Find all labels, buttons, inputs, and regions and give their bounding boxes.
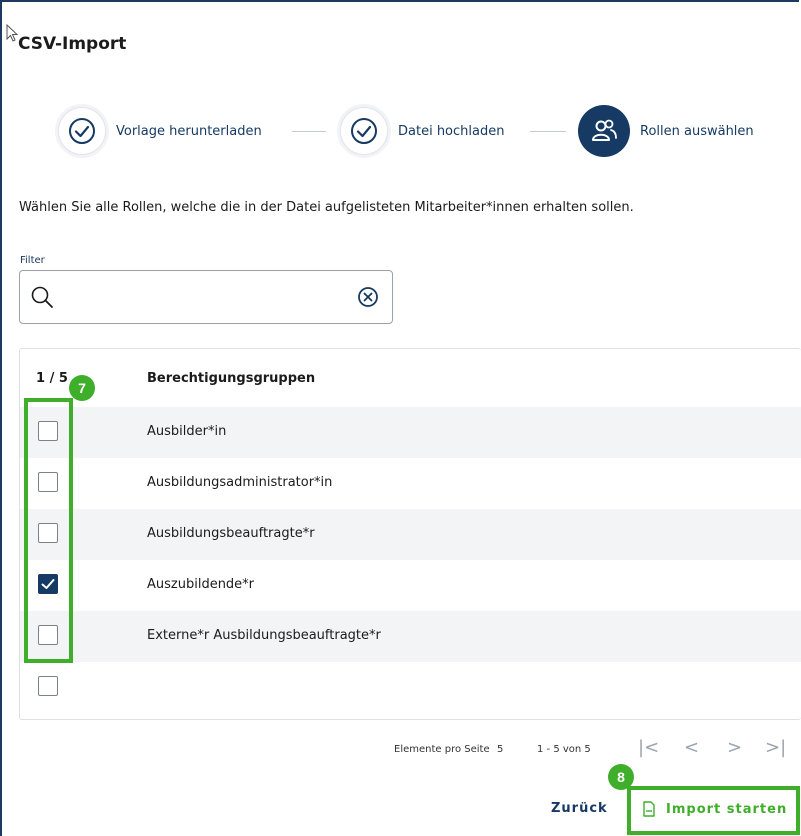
- table-row[interactable]: [20, 662, 801, 713]
- step-1-label: Vorlage herunterladen: [116, 123, 262, 139]
- annotation-highlight-checkboxes: [24, 398, 73, 663]
- check-circle-icon: [69, 118, 95, 144]
- row-label: Ausbilder*in: [147, 424, 227, 439]
- page-range: 1 - 5 von 5: [537, 744, 591, 755]
- step-download-template: Vorlage herunterladen: [58, 107, 262, 155]
- file-import-icon: [643, 801, 655, 817]
- table-header: 1 / 5 Berechtigungsgruppen: [20, 349, 801, 407]
- search-icon: [31, 286, 53, 308]
- roles-table: 1 / 5 Berechtigungsgruppen Ausbilder*in …: [19, 348, 801, 720]
- step-select-roles: Rollen auswählen: [578, 105, 754, 157]
- selection-count: 1 / 5: [36, 371, 68, 386]
- step-2-label: Datei hochladen: [398, 123, 505, 139]
- annotation-badge-8: 8: [608, 764, 634, 790]
- step-upload-file: Datei hochladen: [340, 107, 504, 155]
- previous-page-icon[interactable]: <: [684, 737, 699, 758]
- step-3-circle: [578, 105, 630, 157]
- users-icon: [592, 119, 617, 141]
- row-label: Ausbildungsadministrator*in: [147, 475, 333, 490]
- annotation-badge-7: 7: [69, 375, 95, 401]
- filter-field[interactable]: [19, 270, 393, 324]
- check-circle-icon: [351, 118, 377, 144]
- step-3-label: Rollen auswählen: [640, 123, 754, 139]
- clear-icon[interactable]: [357, 286, 379, 308]
- intro-text: Wählen Sie alle Rollen, welche die in de…: [19, 200, 634, 215]
- row-checkbox[interactable]: [38, 676, 58, 696]
- table-row[interactable]: Auszubildende*r: [20, 560, 801, 611]
- import-start-button[interactable]: Import starten: [642, 801, 787, 817]
- step-2-circle: [340, 107, 388, 155]
- row-label: Externe*r Ausbildungsbeauftragte*r: [147, 628, 381, 643]
- dialog-title: CSV-Import: [18, 34, 127, 54]
- filter-input[interactable]: [64, 283, 358, 313]
- per-page-label: Elemente pro Seite: [394, 744, 490, 755]
- table-row[interactable]: Ausbilder*in: [20, 407, 801, 458]
- table-row[interactable]: Ausbildungsbeauftragte*r: [20, 509, 801, 560]
- filter-label: Filter: [20, 255, 45, 266]
- back-button[interactable]: Zurück: [551, 801, 608, 816]
- table-row[interactable]: Ausbildungsadministrator*in: [20, 458, 801, 509]
- column-header-groups: Berechtigungsgruppen: [147, 371, 316, 386]
- next-page-icon[interactable]: >: [727, 737, 742, 758]
- row-label: Auszubildende*r: [147, 577, 255, 592]
- last-page-icon[interactable]: >|: [765, 737, 786, 758]
- per-page-select[interactable]: 5: [497, 744, 503, 755]
- step-connector: [530, 131, 566, 132]
- step-connector: [292, 131, 326, 132]
- first-page-icon[interactable]: |<: [638, 737, 659, 758]
- row-label: Ausbildungsbeauftragte*r: [147, 526, 315, 541]
- step-1-circle: [58, 107, 106, 155]
- import-start-label: Import starten: [666, 801, 788, 817]
- table-row[interactable]: Externe*r Ausbildungsbeauftragte*r: [20, 611, 801, 662]
